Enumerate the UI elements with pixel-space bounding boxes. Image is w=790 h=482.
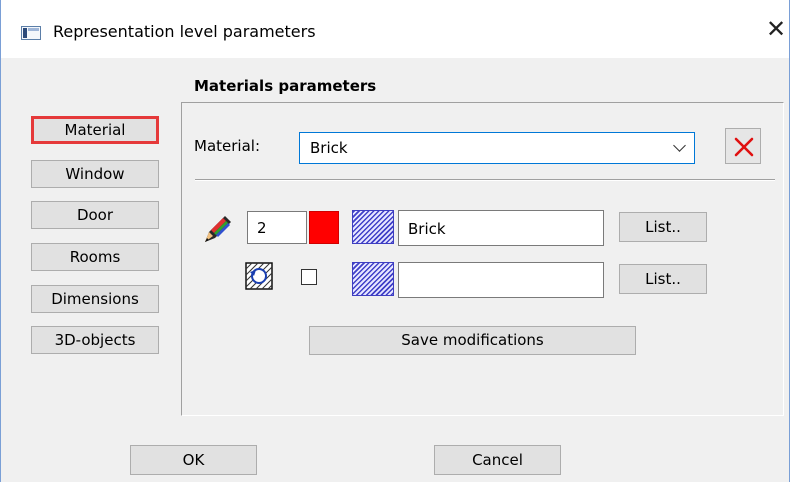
fill-hatch-swatch[interactable] — [352, 262, 394, 296]
dialog-window: Representation level parameters ✕ Materi… — [0, 0, 790, 482]
delete-material-button[interactable] — [725, 128, 761, 164]
colored-pencil-icon — [205, 216, 231, 242]
fill-hatch-name-input[interactable] — [398, 262, 604, 298]
chevron-down-icon — [673, 139, 686, 152]
separator — [195, 179, 775, 181]
material-dropdown-value: Brick — [310, 139, 348, 157]
sidebar-item-door[interactable]: Door — [31, 201, 159, 229]
close-icon[interactable]: ✕ — [765, 17, 787, 41]
window-title: Representation level parameters — [53, 22, 316, 41]
sidebar-item-dimensions[interactable]: Dimensions — [31, 285, 159, 313]
section-title: Materials parameters — [194, 77, 377, 95]
sidebar-item-material[interactable]: Material — [31, 116, 159, 144]
list-button-1[interactable]: List.. — [619, 212, 707, 242]
hatch-pattern-refresh-icon — [245, 262, 273, 290]
sidebar-item-rooms[interactable]: Rooms — [31, 243, 159, 271]
pen-color-swatch[interactable] — [309, 211, 339, 244]
sidebar-item-3d-objects[interactable]: 3D-objects — [31, 326, 159, 354]
title-bar: Representation level parameters ✕ — [1, 0, 789, 58]
hatch-name-value: Brick — [408, 220, 446, 238]
ok-button[interactable]: OK — [130, 445, 257, 475]
sidebar-item-window[interactable]: Window — [31, 160, 159, 188]
list-button-2[interactable]: List.. — [619, 264, 707, 294]
material-dropdown[interactable]: Brick — [299, 132, 695, 164]
material-label: Material: — [194, 137, 260, 155]
app-window-icon — [21, 26, 41, 40]
pen-number-value: 2 — [257, 219, 267, 237]
save-modifications-button[interactable]: Save modifications — [309, 326, 636, 355]
pen-number-input[interactable]: 2 — [247, 211, 307, 244]
hatch-name-input[interactable]: Brick — [398, 210, 604, 246]
red-x-delete-icon — [734, 137, 754, 157]
hatch-swatch[interactable] — [352, 210, 394, 244]
cancel-button[interactable]: Cancel — [434, 445, 561, 475]
fill-checkbox[interactable] — [301, 269, 317, 285]
